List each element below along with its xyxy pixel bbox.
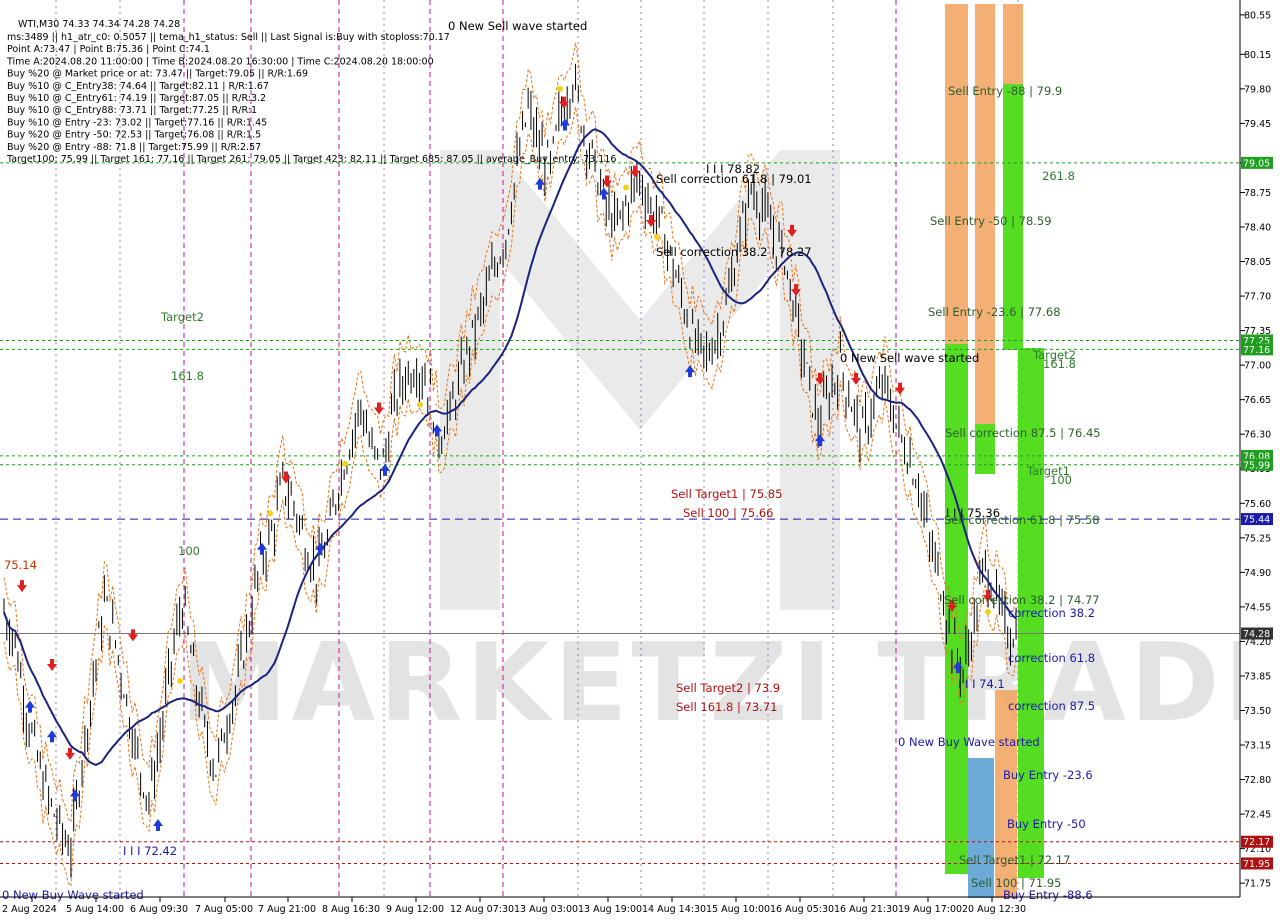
time-tick-label: 14 Aug 14:30	[642, 904, 706, 915]
annotation-label: 100	[1050, 473, 1072, 487]
info-line: Buy %10 @ Entry -23: 73.02 || Target:77.…	[7, 117, 267, 128]
info-line: Point A:73.47 | Point B:75.36 | Point C:…	[7, 44, 210, 55]
symbol-line: WTI,M30 74.33 74.34 74.28 74.28	[18, 19, 180, 30]
signal-star	[654, 233, 660, 240]
annotation-label: 161.8	[171, 369, 204, 383]
price-tick-label: 74.90	[1244, 568, 1271, 579]
annotation-label: 0 New Buy Wave started	[2, 888, 144, 902]
price-tag-label: 75.99	[1243, 460, 1270, 471]
annotation-label: Sell correction 87.5 | 76.45	[945, 426, 1101, 440]
annotation-label: Sell Entry -50 | 78.59	[930, 214, 1052, 228]
price-tick-label: 75.60	[1244, 499, 1271, 510]
time-tick-label: 16 Aug 05:30	[770, 904, 834, 915]
price-tick-label: 76.30	[1244, 430, 1271, 441]
time-tick-label: 15 Aug 10:00	[706, 904, 770, 915]
info-line: ms:3489 || h1_atr_c0: 0.5057 || tema_h1_…	[7, 32, 450, 43]
price-tick-label: 77.00	[1244, 361, 1271, 372]
annotation-label: 261.8	[1042, 169, 1075, 183]
annotation-label: Sell Target1 | 72.17	[959, 853, 1070, 867]
annotation-label: Sell correction 61.8 | 75.58	[944, 513, 1100, 527]
price-tag-label: 71.95	[1243, 859, 1270, 870]
signal-star	[417, 401, 423, 408]
signal-star	[985, 608, 991, 615]
time-tick-label: 20 Aug 12:30	[962, 904, 1026, 915]
info-line: Target100: 75.99 || Target 161: 77.16 ||…	[6, 154, 616, 165]
annotation-label: Target2	[160, 310, 204, 324]
annotation-label: 0 New Buy Wave started	[898, 735, 1040, 749]
price-tick-label: 72.45	[1244, 810, 1271, 821]
annotation-label: 0 New Sell wave started	[448, 19, 587, 33]
annotation-label: Sell 161.8 | 73.71	[676, 700, 777, 714]
time-tick-label: 16 Aug 21:30	[834, 904, 898, 915]
price-tick-label: 72.80	[1244, 775, 1271, 786]
price-chart[interactable]: MARKETZI TRADE WTI,M30 74.33 74.34 74.28…	[0, 0, 1280, 920]
annotation-label: 100	[178, 544, 200, 558]
signal-star	[267, 510, 273, 517]
time-tick-label: 13 Aug 19:00	[578, 904, 642, 915]
signal-star	[557, 85, 563, 92]
info-line: Buy %10 @ C_Entry61: 74.19 || Target:87.…	[7, 93, 266, 104]
time-tick-label: 7 Aug 21:00	[258, 904, 316, 915]
price-tag-label: 79.05	[1243, 158, 1270, 169]
info-line: Buy %20 @ Market price or at: 73.47 || T…	[7, 69, 308, 80]
time-tick-label: 19 Aug 17:00	[898, 904, 962, 915]
signal-star	[623, 184, 629, 191]
price-tick-label: 80.55	[1244, 10, 1271, 21]
time-tick-label: 6 Aug 09:30	[130, 904, 188, 915]
time-tick-label: 12 Aug 07:30	[450, 904, 514, 915]
price-tick-label: 73.85	[1244, 671, 1271, 682]
annotation-label: Sell Target1 | 75.85	[671, 487, 782, 501]
price-tick-label: 80.15	[1244, 50, 1271, 61]
price-tick-label: 78.05	[1244, 257, 1271, 268]
time-tick-label: 9 Aug 12:00	[386, 904, 444, 915]
info-line: Buy %20 @ Entry -50: 72.53 || Target:76.…	[7, 130, 261, 141]
info-line: Buy %20 @ Entry -88: 71.8 || Target:75.9…	[7, 142, 261, 153]
annotation-label: Sell correction 61.8 | 79.01	[656, 172, 812, 186]
annotation-label: Buy Entry -50	[1007, 817, 1086, 831]
price-tick-label: 79.45	[1244, 119, 1271, 130]
annotation-label: correction 38.2	[1008, 606, 1095, 620]
signal-star	[342, 460, 348, 467]
price-tick-label: 76.65	[1244, 395, 1271, 406]
time-tick-label: 2 Aug 2024	[2, 904, 57, 915]
price-tag-label: 75.44	[1243, 515, 1270, 526]
price-tick-label: 77.70	[1244, 292, 1271, 303]
annotation-label: correction 61.8	[1008, 651, 1095, 665]
price-tick-label: 79.80	[1244, 84, 1271, 95]
price-tick-label: 73.15	[1244, 741, 1271, 752]
annotation-label: Buy Entry -88.6	[1003, 888, 1093, 902]
signal-star	[177, 677, 183, 684]
price-tag-label: 77.16	[1243, 345, 1270, 356]
info-line: Buy %10 @ C_Entry88: 73.71 || Target:77.…	[7, 105, 257, 116]
price-tick-label: 75.25	[1244, 533, 1271, 544]
annotation-label: Sell 100 | 75.66	[683, 506, 773, 520]
price-tick-label: 71.75	[1244, 879, 1271, 890]
price-tick-label: 74.55	[1244, 602, 1271, 613]
time-tick-label: 5 Aug 14:00	[66, 904, 124, 915]
annotation-label: Sell Entry -88 | 79.9	[948, 84, 1062, 98]
annotation-label: correction 87.5	[1008, 699, 1095, 713]
annotation-label: Sell Target2 | 73.9	[676, 681, 780, 695]
annotation-label: Sell correction 38.2 | 78.27	[656, 245, 812, 259]
price-tag-label: 72.17	[1243, 837, 1270, 848]
price-tick-label: 78.75	[1244, 188, 1271, 199]
time-tick-label: 13 Aug 03:00	[514, 904, 578, 915]
annotation-label: 75.14	[4, 558, 37, 572]
annotation-label: 161.8	[1043, 357, 1076, 371]
price-tag-label: 74.28	[1243, 629, 1270, 640]
annotation-label: Buy Entry -23.6	[1003, 768, 1093, 782]
annotation-label: Sell Entry -23.6 | 77.68	[928, 305, 1061, 319]
annotation-label: 0 New Sell wave started	[840, 351, 979, 365]
info-line: Time A:2024.08.20 11:00:00 | Time B:2024…	[6, 56, 434, 67]
annotation-label: I I I 74.1	[958, 677, 1005, 691]
time-tick-label: 7 Aug 05:00	[195, 904, 253, 915]
annotation-label: I I I 72.42	[123, 844, 177, 858]
info-line: Buy %10 @ C_Entry38: 74.64 || Target:82.…	[7, 81, 269, 92]
annotation-label: Sell correction 38.2 | 74.77	[944, 593, 1100, 607]
time-tick-label: 8 Aug 16:30	[322, 904, 380, 915]
price-tick-label: 73.50	[1244, 706, 1271, 717]
price-tick-label: 78.40	[1244, 223, 1271, 234]
